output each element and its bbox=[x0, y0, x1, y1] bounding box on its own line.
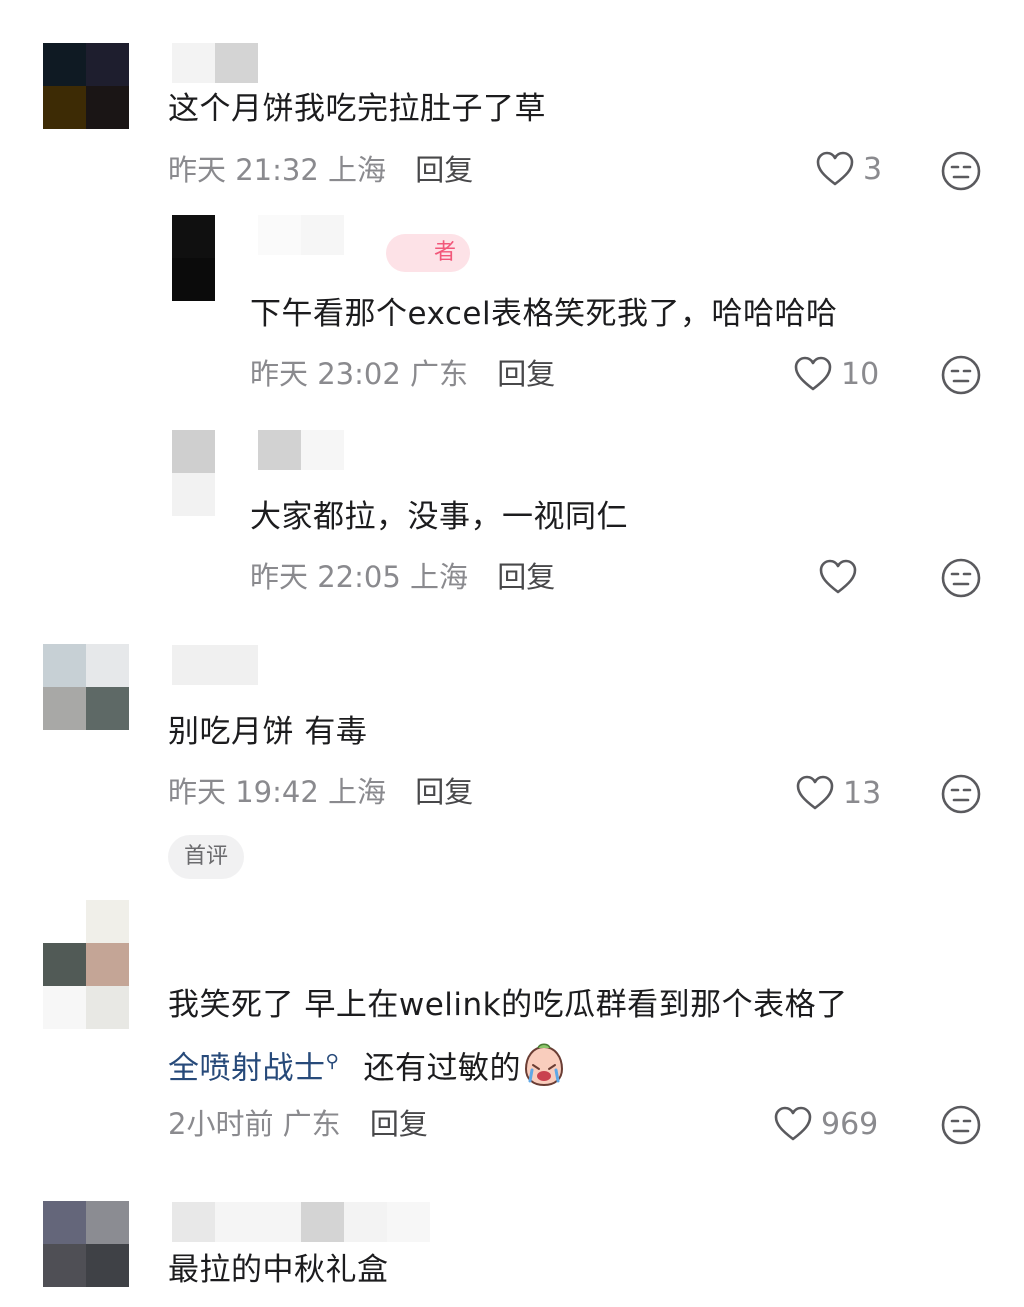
comment-text: 大家都拉，没事，一视同仁 bbox=[250, 499, 628, 535]
username-blurred[interactable] bbox=[258, 215, 344, 255]
neutral-face-icon[interactable] bbox=[940, 354, 982, 396]
comment-location: 广东 bbox=[410, 357, 469, 391]
neutral-face-icon[interactable] bbox=[940, 150, 982, 192]
like-count: 969 bbox=[821, 1106, 879, 1142]
comment-text: 这个月饼我吃完拉肚子了草 bbox=[168, 91, 546, 127]
comment-text: 下午看那个excel表格笑死我了，哈哈哈哈 bbox=[250, 296, 838, 332]
comment-text-rest: 还有过敏的 bbox=[363, 1050, 522, 1087]
like-button[interactable]: 10 bbox=[793, 355, 879, 393]
comment-text-line2: 全喷射战士⚲ 还有过敏的 bbox=[168, 1042, 567, 1097]
username-blurred[interactable] bbox=[172, 1202, 430, 1242]
like-count: 3 bbox=[863, 151, 883, 187]
comment-meta: 昨天 23:02 广东 回复 bbox=[250, 354, 555, 394]
comment-time: 昨天 22:05 bbox=[250, 560, 401, 594]
like-button[interactable]: 13 bbox=[795, 774, 881, 812]
comment-text: 最拉的中秋礼盒 bbox=[168, 1252, 389, 1288]
heart-outline-icon bbox=[818, 558, 858, 596]
crying-emoji-icon bbox=[521, 1043, 567, 1097]
neutral-face-icon[interactable] bbox=[940, 1104, 982, 1146]
like-count: 10 bbox=[841, 356, 880, 392]
avatar[interactable] bbox=[43, 1201, 129, 1287]
reply-button[interactable]: 回复 bbox=[497, 560, 555, 594]
comment-time: 昨天 21:32 bbox=[168, 153, 319, 187]
comment-meta: 昨天 22:05 上海 回复 bbox=[250, 557, 555, 597]
comment-time: 昨天 23:02 bbox=[250, 357, 401, 391]
comment-time: 2小时前 bbox=[168, 1107, 274, 1141]
like-count: 13 bbox=[843, 775, 882, 811]
comment-text: 我笑死了 早上在welink的吃瓜群看到那个表格了 bbox=[168, 987, 848, 1023]
reply-button[interactable]: 回复 bbox=[497, 357, 555, 391]
username-blurred[interactable] bbox=[258, 430, 344, 470]
comment-time: 昨天 19:42 bbox=[168, 775, 319, 809]
avatar[interactable] bbox=[43, 644, 129, 730]
like-button[interactable]: 3 bbox=[815, 150, 882, 188]
like-button[interactable]: 969 bbox=[773, 1105, 878, 1143]
username-blurred[interactable] bbox=[172, 43, 258, 83]
first-comment-badge: 首评 bbox=[168, 835, 245, 879]
comment-location: 上海 bbox=[410, 560, 469, 594]
neutral-face-icon[interactable] bbox=[940, 773, 982, 815]
comment-text: 别吃月饼 有毒 bbox=[168, 714, 368, 750]
comment-location: 上海 bbox=[328, 775, 387, 809]
like-button[interactable] bbox=[818, 558, 866, 596]
avatar[interactable] bbox=[172, 215, 215, 301]
heart-outline-icon bbox=[793, 355, 833, 393]
comment-meta: 昨天 19:42 上海 回复 bbox=[168, 772, 473, 812]
comment-location: 广东 bbox=[282, 1107, 341, 1141]
avatar[interactable] bbox=[43, 900, 129, 1029]
avatar[interactable] bbox=[172, 430, 215, 516]
avatar[interactable] bbox=[43, 43, 129, 129]
neutral-face-icon[interactable] bbox=[940, 557, 982, 599]
heart-outline-icon bbox=[795, 774, 835, 812]
author-badge: 者 bbox=[386, 234, 471, 272]
comment-location: 上海 bbox=[328, 153, 387, 187]
search-icon[interactable]: ⚲ bbox=[326, 1051, 340, 1072]
heart-outline-icon bbox=[815, 150, 855, 188]
reply-button[interactable]: 回复 bbox=[415, 775, 473, 809]
reply-button[interactable]: 回复 bbox=[415, 153, 473, 187]
comment-meta: 2小时前 广东 回复 bbox=[168, 1104, 428, 1144]
username-blurred[interactable] bbox=[172, 645, 258, 685]
heart-outline-icon bbox=[773, 1105, 813, 1143]
comment-meta: 昨天 21:32 上海 回复 bbox=[168, 150, 473, 190]
search-link[interactable]: 全喷射战士 bbox=[168, 1050, 326, 1086]
reply-button[interactable]: 回复 bbox=[370, 1107, 428, 1141]
